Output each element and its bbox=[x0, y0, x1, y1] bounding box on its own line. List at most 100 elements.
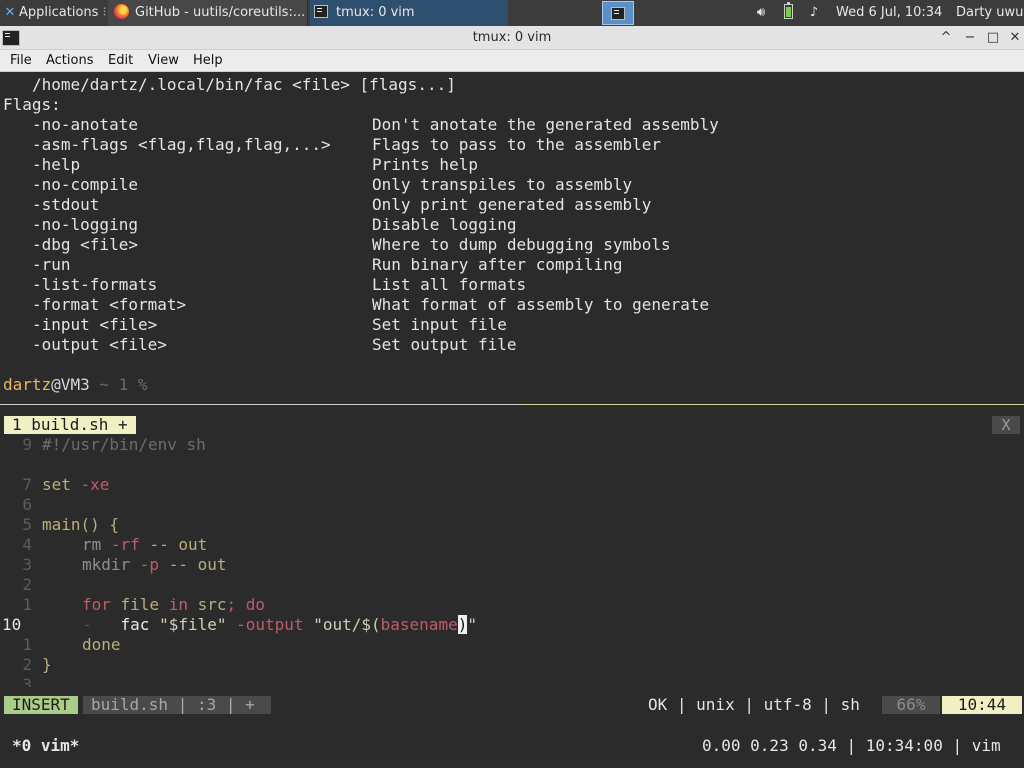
taskbar-item-firefox[interactable]: GitHub - uutils/coreutils:... bbox=[108, 0, 308, 26]
line-number: 2 bbox=[22, 575, 32, 594]
clock[interactable]: Wed 6 Jul, 10:34 bbox=[836, 0, 948, 26]
line-number: 5 bbox=[22, 515, 32, 534]
applications-menu[interactable]: ✕ Applications ⁝ bbox=[0, 0, 108, 26]
flag-desc: Run binary after compiling bbox=[372, 255, 623, 274]
prompt-host: @VM3 bbox=[51, 375, 90, 394]
xfce-logo-icon: ✕ bbox=[4, 5, 16, 20]
line-number: 1 bbox=[22, 635, 32, 654]
minimize-button[interactable]: − bbox=[960, 26, 980, 50]
vim-mode-indicator: INSERT bbox=[4, 696, 78, 714]
flag-desc: Flags to pass to the assembler bbox=[372, 135, 661, 154]
flag-desc: Where to dump debugging symbols bbox=[372, 235, 671, 254]
taskbar-item-terminal[interactable]: tmux: 0 vim bbox=[310, 0, 508, 26]
line-number: 4 bbox=[22, 535, 32, 554]
flag-name: -run bbox=[32, 255, 71, 274]
flag-row: -no-anotate Don't anotate the generated a… bbox=[0, 115, 1024, 135]
vim-file-info: build.sh | :3 | + bbox=[83, 696, 271, 714]
flag-desc: Prints help bbox=[372, 155, 478, 174]
code-line: 9 #!/usr/bin/env sh bbox=[0, 435, 1024, 455]
vim-statusline: INSERT build.sh | :3 | + OK | unix | utf… bbox=[0, 696, 1024, 714]
notifications-bell-icon[interactable]: ♪ bbox=[805, 0, 823, 26]
code-text: for file in src; do bbox=[82, 595, 266, 614]
code-text: set -xe bbox=[42, 475, 110, 494]
flag-name: -input <file> bbox=[32, 315, 158, 334]
flag-name: -no-compile bbox=[32, 175, 138, 194]
tmux-window-tab[interactable]: *0 vim* bbox=[12, 736, 79, 755]
panel-separator: ⁝ bbox=[98, 5, 107, 20]
line-number: 1 bbox=[22, 595, 32, 614]
workspace-switcher[interactable] bbox=[602, 1, 634, 25]
shell-prompt: dartz@VM3 ~ 1 % bbox=[3, 375, 148, 395]
user-menu[interactable]: Darty uwu bbox=[956, 0, 1024, 26]
flag-name: -asm-flags <flag,flag,flag,...> bbox=[32, 135, 331, 154]
flag-row: -asm-flags <flag,flag,flag,...> Flags to … bbox=[0, 135, 1024, 155]
flag-desc: Set output file bbox=[372, 335, 517, 354]
flag-name: -format <format> bbox=[32, 295, 187, 314]
flags-header: Flags: bbox=[3, 95, 61, 114]
flag-name: -output <file> bbox=[32, 335, 167, 354]
flag-row: -no-logging Disable logging bbox=[0, 215, 1024, 235]
usage-line: /home/dartz/.local/bin/fac <file> [flags… bbox=[32, 75, 456, 94]
vim-tabline: 1 build.sh + X bbox=[0, 416, 1024, 434]
flag-desc: Only print generated assembly bbox=[372, 195, 652, 214]
battery-icon[interactable] bbox=[780, 0, 796, 26]
flag-name: -stdout bbox=[32, 195, 100, 214]
vim-cursor-position: 10:44 bbox=[942, 696, 1022, 714]
code-text: mkdir -p -- out bbox=[82, 555, 227, 574]
flag-name: -dbg <file> bbox=[32, 235, 138, 254]
taskbar-item-terminal-label: tmux: 0 vim bbox=[336, 5, 415, 20]
text-cursor: ) bbox=[457, 615, 468, 634]
flag-name: -list-formats bbox=[32, 275, 158, 294]
code-line: 1 done bbox=[0, 635, 1024, 655]
code-text: rm -rf -- out bbox=[82, 535, 208, 554]
menu-edit[interactable]: Edit bbox=[108, 50, 133, 72]
window-title: tmux: 0 vim bbox=[472, 30, 552, 45]
code-line: 7 set -xe bbox=[0, 475, 1024, 495]
code-text: done bbox=[82, 635, 121, 654]
shade-button[interactable]: ^ bbox=[936, 26, 956, 50]
maximize-button[interactable]: □ bbox=[983, 26, 1003, 50]
flag-name: -no-logging bbox=[32, 215, 138, 234]
code-text: } bbox=[42, 655, 52, 674]
vim-file-format-info: OK | unix | utf-8 | sh bbox=[648, 695, 860, 714]
code-line: 2} bbox=[0, 655, 1024, 675]
flag-name: -no-anotate bbox=[32, 115, 138, 134]
code-line-current: 10 - fac "$file" -output "out/$(basename)… bbox=[0, 615, 1024, 635]
menu-bar: File Actions Edit View Help bbox=[0, 50, 1024, 72]
workspace-terminal-icon bbox=[611, 7, 625, 20]
flag-row: -stdout Only print generated assembly bbox=[0, 195, 1024, 215]
line-number: 3 bbox=[22, 555, 32, 574]
window-titlebar[interactable]: tmux: 0 vim ^ − □ ✕ bbox=[0, 26, 1024, 50]
flag-row: -help Prints help bbox=[0, 155, 1024, 175]
line-number: 3 bbox=[22, 675, 32, 687]
menu-actions[interactable]: Actions bbox=[46, 50, 94, 72]
tmux-pane-divider[interactable] bbox=[0, 404, 1024, 406]
line-number: 9 bbox=[22, 435, 32, 454]
code-text: - fac "$file" -output "out/$(basename)" bbox=[82, 615, 477, 634]
flag-desc: Don't anotate the generated assembly bbox=[372, 115, 719, 134]
prompt-cwd: ~ 1 % bbox=[89, 375, 148, 394]
flag-row: -no-compile Only transpiles to assembly bbox=[0, 175, 1024, 195]
line-number-current: 10 bbox=[2, 615, 22, 634]
applications-label: Applications bbox=[19, 5, 99, 20]
terminal-icon bbox=[314, 5, 328, 18]
menu-view[interactable]: View bbox=[148, 50, 179, 72]
flag-desc: Set input file bbox=[372, 315, 507, 334]
terminal-area[interactable]: /home/dartz/.local/bin/fac <file> [flags… bbox=[0, 72, 1024, 768]
menu-help[interactable]: Help bbox=[193, 50, 223, 72]
vim-tab-build-sh[interactable]: 1 build.sh + bbox=[4, 416, 136, 434]
flag-row: -output <file> Set output file bbox=[0, 335, 1024, 355]
line-number: 2 bbox=[22, 655, 32, 674]
vim-tab-close-button[interactable]: X bbox=[992, 416, 1020, 434]
code-line: 3 bbox=[0, 675, 1024, 687]
flag-desc: Only transpiles to assembly bbox=[372, 175, 633, 194]
menu-file[interactable]: File bbox=[10, 50, 32, 72]
flag-row: -dbg <file> Where to dump debugging symbo… bbox=[0, 235, 1024, 255]
close-button[interactable]: ✕ bbox=[1005, 26, 1024, 50]
tmux-status-right: 0.00 0.23 0.34 | 10:34:00 | vim bbox=[702, 736, 1001, 755]
flag-desc: What format of assembly to generate bbox=[372, 295, 710, 314]
taskbar-item-firefox-label: GitHub - uutils/coreutils:... bbox=[135, 5, 306, 20]
code-line: 3 mkdir -p -- out bbox=[0, 555, 1024, 575]
volume-icon[interactable]: 🔊︎ bbox=[752, 0, 770, 26]
firefox-icon bbox=[114, 4, 129, 19]
